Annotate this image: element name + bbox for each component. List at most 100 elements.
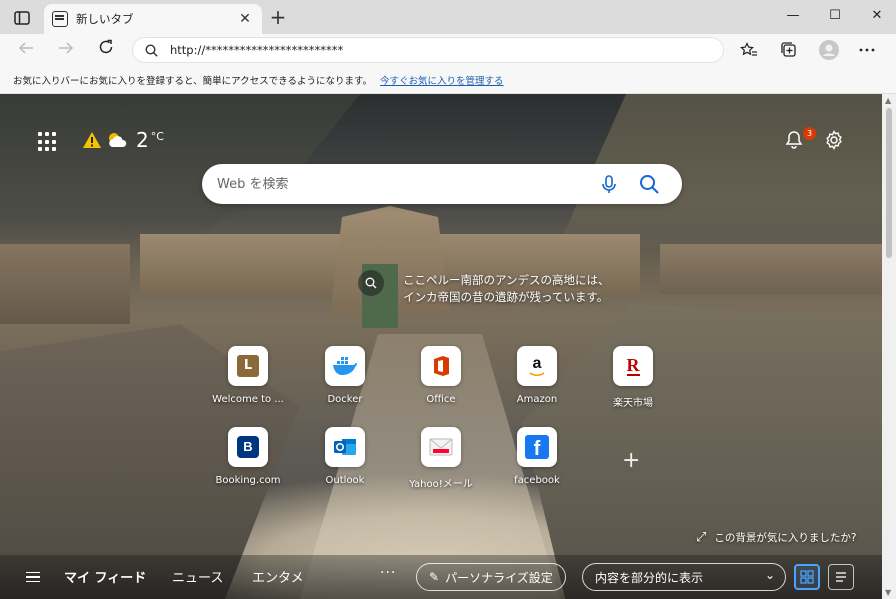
- quicklink-icon-office: [421, 346, 461, 386]
- tab-actions-button[interactable]: [8, 6, 36, 30]
- search-icon: [145, 43, 158, 57]
- feed-more-button[interactable]: ···: [380, 565, 396, 581]
- tab-title: 新しいタブ: [76, 12, 134, 26]
- add-quicklink-button[interactable]: +: [622, 448, 640, 473]
- quicklink-outlook[interactable]: Outlook: [305, 427, 385, 497]
- quicklink-label: Docker: [327, 394, 363, 405]
- weather-widget[interactable]: 2 °C: [82, 128, 164, 152]
- quicklink-label: Booking.com: [215, 475, 281, 486]
- profile-button[interactable]: [818, 39, 840, 61]
- office-logo-icon: [434, 356, 449, 376]
- docker-whale-icon: [333, 357, 357, 375]
- content-display-select[interactable]: 内容を部分的に表示 ⌄: [582, 563, 786, 591]
- favorites-star-icon: [740, 42, 757, 56]
- quicklink-icon-welcome: L: [228, 346, 268, 386]
- quicklink-office[interactable]: Office: [401, 346, 481, 416]
- grid-view-icon: [800, 570, 814, 584]
- collections-button[interactable]: [778, 39, 800, 61]
- close-window-button[interactable]: ✕: [866, 6, 888, 26]
- tab-my-feed[interactable]: マイ フィード: [64, 567, 146, 586]
- back-button[interactable]: [14, 39, 38, 61]
- quicklink-icon-docker: [325, 346, 365, 386]
- booking-logo-icon: B: [237, 436, 259, 458]
- settings-and-more-button[interactable]: [856, 39, 878, 61]
- quicklink-welcome[interactable]: L Welcome to ...: [208, 346, 288, 416]
- quicklink-icon-outlook: [325, 427, 365, 467]
- like-background-button[interactable]: ⤢ この背景が気に入りましたか?: [696, 530, 856, 545]
- new-tab-button[interactable]: +: [266, 6, 290, 30]
- bell-icon: [785, 131, 803, 149]
- web-search-input[interactable]: [217, 176, 577, 192]
- feed-bar: マイ フィード ニュース エンタメ ··· ✎ パーソナライズ設定 内容を部分的…: [0, 555, 882, 599]
- maximize-button[interactable]: ☐: [824, 6, 846, 26]
- forward-button[interactable]: [54, 39, 78, 61]
- quicklink-icon-amazon: a: [517, 346, 557, 386]
- scrollbar-thumb[interactable]: [886, 108, 892, 258]
- quicklink-rakuten[interactable]: R 楽天市場: [593, 346, 673, 416]
- pencil-icon: ✎: [429, 570, 440, 584]
- outlook-logo-icon: [334, 439, 356, 455]
- chevron-down-icon: ⌄: [764, 568, 775, 582]
- refresh-button[interactable]: [94, 39, 118, 61]
- microphone-icon: [602, 175, 616, 193]
- quicklink-amazon[interactable]: a Amazon: [497, 346, 577, 416]
- tab-new-tab[interactable]: 新しいタブ ✕: [44, 4, 262, 34]
- quicklink-yahoo-mail[interactable]: Yahoo!メール: [401, 427, 481, 497]
- page-scrollbar[interactable]: ▲ ▼: [882, 94, 896, 599]
- tab-bar: 新しいタブ ✕ + — ☐ ✕: [0, 0, 896, 34]
- voice-search-button[interactable]: [598, 173, 620, 195]
- facebook-logo-icon: f: [525, 435, 549, 459]
- quicklink-icon-rakuten: R: [613, 346, 653, 386]
- search-submit-button[interactable]: [638, 173, 660, 195]
- scroll-down-arrow-icon[interactable]: ▼: [885, 588, 891, 597]
- tab-actions-icon: [14, 11, 30, 25]
- warning-icon: [83, 132, 101, 148]
- collections-icon: [781, 42, 796, 57]
- manage-favorites-link[interactable]: 今すぐお気に入りを管理する: [380, 73, 504, 87]
- new-tab-favicon-icon: [52, 11, 68, 27]
- welcome-logo-icon: L: [237, 355, 259, 377]
- list-view-icon: [836, 572, 846, 582]
- image-description[interactable]: ここペルー南部のアンデスの高地には、 インカ帝国の昔の遺跡が残っています。: [403, 272, 610, 306]
- hamburger-menu-icon[interactable]: [26, 572, 40, 582]
- quicklink-booking[interactable]: B Booking.com: [208, 427, 288, 497]
- page-settings-button[interactable]: [824, 130, 846, 152]
- grid-view-button[interactable]: [794, 564, 820, 590]
- tab-news[interactable]: ニュース: [172, 567, 223, 586]
- list-view-button[interactable]: [828, 564, 854, 590]
- back-arrow-icon: [18, 42, 33, 54]
- personalize-label: パーソナライズ設定: [445, 570, 553, 585]
- favorites-button[interactable]: [738, 39, 760, 61]
- app-launcher-icon[interactable]: [38, 132, 58, 152]
- image-info-button[interactable]: [358, 270, 384, 296]
- tab-entertainment[interactable]: エンタメ: [252, 567, 304, 586]
- avatar-icon: [819, 40, 839, 60]
- quicklink-label: facebook: [514, 475, 560, 486]
- quicklink-label: Welcome to ...: [212, 394, 284, 405]
- search-icon: [640, 175, 659, 194]
- quicklink-docker[interactable]: Docker: [305, 346, 385, 416]
- minimize-button[interactable]: —: [782, 6, 804, 26]
- quicklink-icon-booking: B: [228, 427, 268, 467]
- refresh-icon: [99, 39, 113, 54]
- navigation-bar: http://************************: [0, 34, 896, 66]
- personalize-button[interactable]: ✎ パーソナライズ設定: [416, 563, 566, 591]
- tab-close-icon[interactable]: ✕: [236, 11, 254, 27]
- scroll-up-arrow-icon[interactable]: ▲: [885, 96, 891, 105]
- quicklink-label: Outlook: [325, 475, 365, 486]
- new-tab-page: 2 °C 3 ここペルー南部のアンデスの高地には、 インカ帝国の昔の遺跡が残って…: [0, 94, 882, 599]
- quicklink-label: Office: [426, 394, 456, 405]
- web-search-box: [202, 164, 682, 204]
- quicklink-icon-facebook: f: [517, 427, 557, 467]
- temperature-unit: °C: [150, 129, 164, 143]
- mail-envelope-icon: [429, 438, 453, 456]
- expand-icon: ⤢: [696, 530, 707, 545]
- quicklink-icon-yahoo-mail: [421, 427, 461, 467]
- search-icon: [365, 277, 377, 289]
- address-bar[interactable]: http://************************: [132, 37, 724, 63]
- image-description-line: ここペルー南部のアンデスの高地には、: [403, 273, 610, 287]
- quicklink-facebook[interactable]: f facebook: [497, 427, 577, 497]
- quicklink-label: Yahoo!メール: [409, 479, 473, 490]
- favorites-bar: お気に入りバーにお気に入りを登録すると、簡単にアクセスできるようになります。 今…: [0, 66, 896, 94]
- address-url: http://************************: [170, 43, 344, 57]
